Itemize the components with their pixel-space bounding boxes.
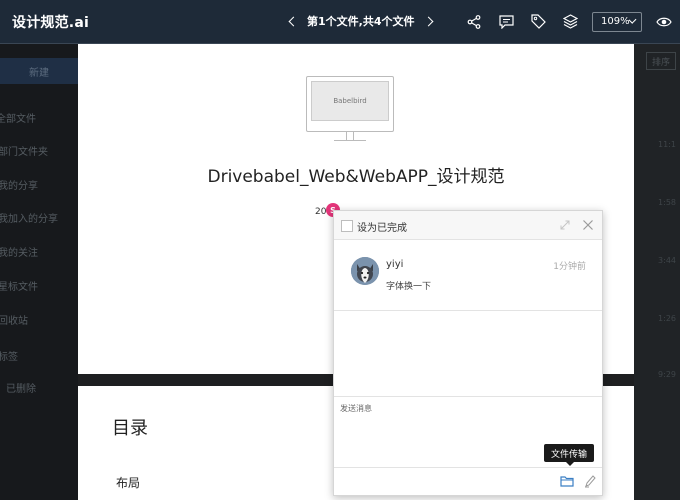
tag-button[interactable] (522, 0, 554, 43)
comment-button[interactable] (490, 0, 522, 43)
nav-item: 已删除 (6, 384, 36, 395)
comment-time: 1分钟前 (553, 262, 586, 272)
message-placeholder: 发送消息 (340, 404, 372, 413)
mark-complete-checkbox[interactable] (341, 220, 353, 232)
monitor-stand (346, 132, 354, 140)
nav-item: 我加入的分享 (0, 214, 58, 225)
background-sidebar: 新建 全部文件 部门文件夹 我的分享 我加入的分享 我的关注 星标文件 回收站 … (0, 44, 78, 500)
monitor-base (334, 140, 366, 143)
mark-complete-label: 设为已完成 (357, 223, 407, 234)
nav-item: 标签 (0, 352, 18, 363)
tag-icon (530, 14, 546, 29)
panel-footer (334, 467, 602, 496)
row-time: 1:26 (658, 314, 676, 323)
file-transfer-tooltip: 文件传输 (544, 444, 594, 466)
comment-item: yiyi 1分钟前 字体换一下 (334, 240, 602, 311)
preview-button[interactable] (648, 0, 680, 43)
zoom-value: 109% (601, 16, 630, 27)
new-button: 新建 (0, 58, 78, 84)
comment-user: yiyi (386, 259, 404, 270)
folder-icon[interactable] (560, 475, 574, 487)
toc-heading: 目录 (112, 418, 148, 439)
sort-button: 排序 (646, 52, 676, 70)
top-bar: 设计规范.ai 第1个文件,共4个文件 109% (0, 0, 680, 44)
nav-item: 全部文件 (0, 114, 36, 125)
close-icon[interactable] (582, 219, 594, 231)
toc-item: 布局 (116, 476, 141, 490)
background-list-edge: 11:1 1:58 3:44 1:26 9:29 (634, 44, 680, 500)
row-time: 11:1 (658, 140, 676, 149)
nav-item: 我的分享 (0, 181, 38, 192)
eye-icon (656, 17, 672, 26)
panel-header: 设为已完成 (334, 211, 602, 240)
avatar (351, 257, 379, 285)
layers-button[interactable] (554, 0, 586, 43)
share-button[interactable] (458, 0, 490, 43)
nav-item: 我的关注 (0, 248, 38, 259)
layers-icon (562, 14, 578, 29)
document-title: Drivebabel_Web&WebAPP_设计规范 (207, 167, 505, 187)
share-icon (467, 14, 481, 29)
zoom-select[interactable]: 109% (592, 11, 642, 32)
pen-icon[interactable] (584, 474, 596, 488)
row-time: 9:29 (658, 370, 676, 379)
comment-icon (498, 14, 514, 29)
monitor-screen: Babelbird (306, 76, 394, 132)
husky-avatar-icon (351, 257, 379, 285)
nav-item: 星标文件 (0, 282, 38, 293)
nav-item: 回收站 (0, 316, 28, 327)
file-pager: 第1个文件,共4个文件 (288, 13, 433, 29)
pager-label: 第1个文件,共4个文件 (307, 15, 415, 28)
prev-file-icon[interactable] (288, 16, 299, 26)
nav-item: 部门文件夹 (0, 147, 48, 158)
toolbar: 109% (458, 0, 680, 43)
file-title: 设计规范.ai (12, 15, 89, 31)
row-time: 3:44 (658, 256, 676, 265)
monitor-illustration: Babelbird (306, 76, 394, 144)
row-time: 1:58 (658, 198, 676, 207)
monitor-label: Babelbird (311, 81, 389, 121)
expand-icon[interactable] (560, 220, 570, 230)
next-file-icon[interactable] (423, 16, 433, 26)
document-date: 20 (315, 207, 327, 217)
comment-text: 字体换一下 (386, 282, 432, 292)
